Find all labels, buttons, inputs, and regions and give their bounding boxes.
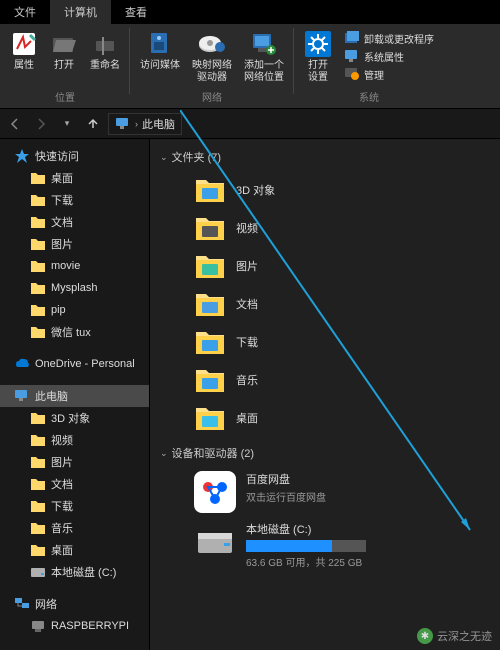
back-button[interactable] [4,113,26,135]
breadcrumb-bar: ▾ › 此电脑 [0,109,500,139]
sidebar-item[interactable]: 文档 [0,473,149,495]
nav-tree: 快速访问 桌面下载文档图片movieMysplashpip微信 tux OneD… [0,139,150,650]
open-button[interactable]: 打开 [44,26,84,72]
folder-item[interactable]: 3D 对象 [160,171,500,209]
sidebar-item[interactable]: 桌面 [0,539,149,561]
sidebar-item[interactable]: 下载 [0,189,149,211]
quick-access[interactable]: 快速访问 [0,145,149,167]
wechat-icon: ✱ [417,628,433,644]
access-media-button[interactable]: 访问媒体 [134,26,186,72]
sidebar-item[interactable]: RASPBERRYPI [0,615,149,637]
sidebar-item[interactable]: 音乐 [0,517,149,539]
sidebar-item[interactable]: 文档 [0,211,149,233]
tab-file[interactable]: 文件 [0,0,50,24]
history-button[interactable]: ▾ [56,113,78,135]
sidebar-item[interactable]: 视频 [0,429,149,451]
folder-item[interactable]: 桌面 [160,399,500,437]
rename-button[interactable]: 重命名 [84,26,126,72]
manage-button[interactable]: 管理 [344,66,434,82]
tab-view[interactable]: 查看 [111,0,161,24]
sidebar-item[interactable]: 本地磁盘 (C:) [0,561,149,583]
group-system-label: 系统 [359,88,379,106]
group-network-label: 网络 [202,88,222,106]
sidebar-item[interactable]: Mysplash [0,277,149,299]
onedrive[interactable]: OneDrive - Personal [0,353,149,375]
sidebar-item[interactable]: movie [0,255,149,277]
system-properties-button[interactable]: 系统属性 [344,48,434,64]
folder-item[interactable]: 图片 [160,247,500,285]
sidebar-item[interactable]: 桌面 [0,167,149,189]
thispc-icon [115,116,131,132]
tab-computer[interactable]: 计算机 [50,0,111,24]
group-location-label: 位置 [55,88,75,106]
c-drive[interactable]: 本地磁盘 (C:) 63.6 GB 可用，共 225 GB [160,517,500,573]
folder-item[interactable]: 下载 [160,323,500,361]
add-network-location-button[interactable]: 添加一个 网络位置 [238,26,290,84]
map-network-drive-button[interactable]: 映射网络 驱动器 [186,26,238,84]
network[interactable]: 网络 [0,593,149,615]
ribbon: 属性 打开 重命名 位置 访问媒体 映射网络 驱动器 [0,24,500,109]
folder-item[interactable]: 音乐 [160,361,500,399]
folder-item[interactable]: 视频 [160,209,500,247]
baidu-drive[interactable]: 百度网盘双击运行百度网盘 [160,467,500,517]
folders-section-header[interactable]: ⌄文件夹 (7) [160,149,500,165]
watermark: ✱云深之无迹 [417,628,492,644]
open-settings-button[interactable]: 打开 设置 [298,26,338,84]
sidebar-item[interactable]: 图片 [0,233,149,255]
drive-usage-bar [246,540,366,552]
folder-item[interactable]: 文档 [160,285,500,323]
sidebar-item[interactable]: 3D 对象 [0,407,149,429]
drives-section-header[interactable]: ⌄设备和驱动器 (2) [160,445,500,461]
up-button[interactable] [82,113,104,135]
sidebar-item[interactable]: pip [0,299,149,321]
content-pane: ⌄文件夹 (7) 3D 对象视频图片文档下载音乐桌面 ⌄设备和驱动器 (2) 百… [150,139,500,650]
uninstall-button[interactable]: 卸载或更改程序 [344,30,434,46]
properties-button[interactable]: 属性 [4,26,44,72]
this-pc[interactable]: 此电脑 [0,385,149,407]
address-bar[interactable]: › 此电脑 [108,113,182,135]
forward-button[interactable] [30,113,52,135]
sidebar-item[interactable]: 图片 [0,451,149,473]
sidebar-item[interactable]: 微信 tux [0,321,149,343]
sidebar-item[interactable]: 下载 [0,495,149,517]
